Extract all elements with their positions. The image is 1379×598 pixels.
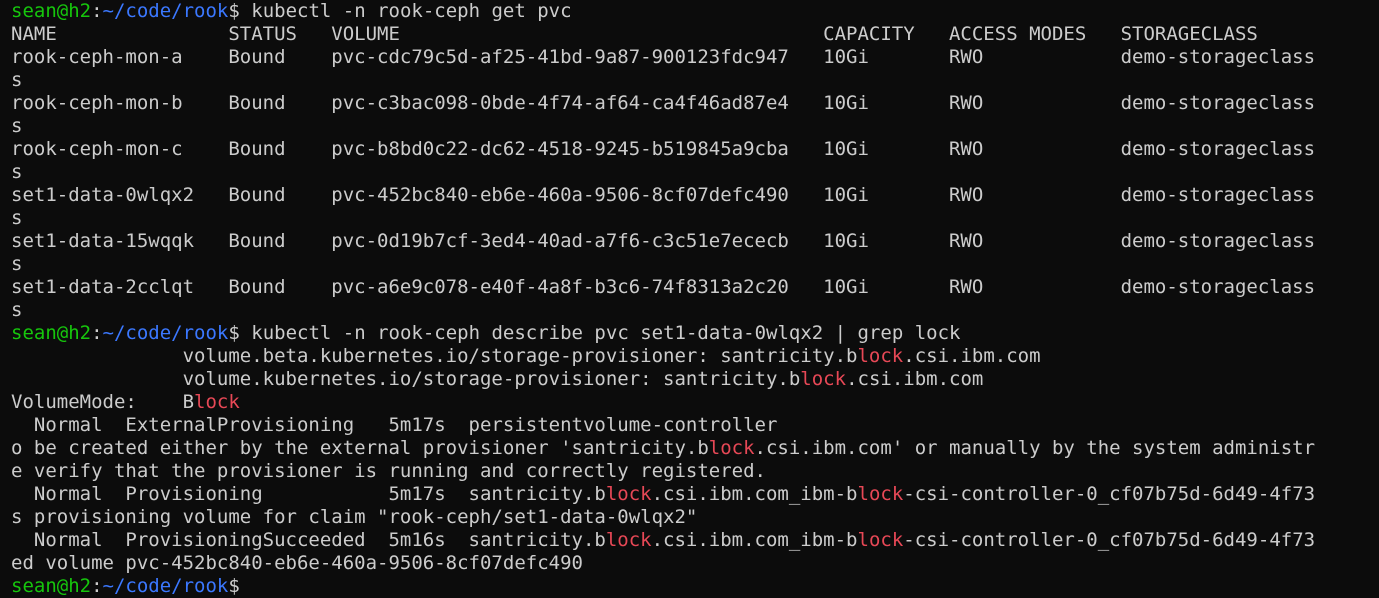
- prompt-user-host: sean@h2: [11, 575, 92, 597]
- output-text: volume.kubernetes.io/storage-provisioner…: [11, 368, 801, 390]
- output-text: s: [11, 69, 23, 91]
- output-text: rook-ceph-mon-c Bound pvc-b8bd0c22-dc62-…: [11, 138, 1316, 160]
- output-text: rook-ceph-mon-a Bound pvc-cdc79c5d-af25-…: [11, 46, 1316, 68]
- prompt-line: sean@h2:~/code/rook$ kubectl -n rook-cep…: [11, 322, 1379, 345]
- output-line: s: [11, 161, 1379, 184]
- prompt-path: ~/code/rook: [102, 575, 229, 597]
- terminal-window[interactable]: sean@h2:~/code/rook$ kubectl -n rook-cep…: [0, 0, 1379, 598]
- output-line: set1-data-15wqqk Bound pvc-0d19b7cf-3ed4…: [11, 230, 1379, 253]
- output-text: Normal Provisioning 5m17s santricity.b: [11, 483, 606, 505]
- output-text: -csi-controller-0_cf07b75d-6d49-4f73: [903, 483, 1316, 505]
- prompt-path: ~/code/rook: [102, 0, 229, 22]
- prompt-user-host: sean@h2: [11, 322, 92, 344]
- command-text[interactable]: kubectl -n rook-ceph get pvc: [240, 0, 571, 22]
- output-text: -csi-controller-0_cf07b75d-6d49-4f73: [903, 529, 1316, 551]
- prompt-path: ~/code/rook: [102, 322, 229, 344]
- output-line: Normal Provisioning 5m17s santricity.blo…: [11, 483, 1379, 506]
- output-line: e verify that the provisioner is running…: [11, 460, 1379, 483]
- output-text: .csi.ibm.com_ibm-b: [651, 529, 858, 551]
- prompt-line: sean@h2:~/code/rook$: [11, 575, 1379, 598]
- output-text: rook-ceph-mon-b Bound pvc-c3bac098-0bde-…: [11, 92, 1316, 114]
- output-text: Normal ExternalProvisioning 5m17s persis…: [11, 414, 778, 436]
- prompt-line: sean@h2:~/code/rook$ kubectl -n rook-cep…: [11, 0, 1379, 23]
- grep-match-highlight: lock: [605, 483, 652, 505]
- output-line: ed volume pvc-452bc840-eb6e-460a-9506-8c…: [11, 552, 1379, 575]
- output-text: s provisioning volume for claim "rook-ce…: [11, 506, 698, 528]
- output-line: rook-ceph-mon-a Bound pvc-cdc79c5d-af25-…: [11, 46, 1379, 69]
- grep-match-highlight: lock: [708, 437, 755, 459]
- output-line: Normal ProvisioningSucceeded 5m16s santr…: [11, 529, 1379, 552]
- grep-match-highlight: lock: [857, 483, 904, 505]
- prompt-separator: :: [91, 575, 103, 597]
- output-text: s: [11, 115, 23, 137]
- grep-match-highlight: lock: [194, 391, 240, 413]
- output-line: s: [11, 115, 1379, 138]
- output-line: rook-ceph-mon-b Bound pvc-c3bac098-0bde-…: [11, 92, 1379, 115]
- output-text: volume.beta.kubernetes.io/storage-provis…: [11, 345, 858, 367]
- output-text: s: [11, 161, 23, 183]
- output-line: NAME STATUS VOLUME CAPACITY ACCESS MODES…: [11, 23, 1379, 46]
- output-text: .csi.ibm.com: [846, 368, 984, 390]
- output-text: set1-data-15wqqk Bound pvc-0d19b7cf-3ed4…: [11, 230, 1316, 252]
- output-text: ed volume pvc-452bc840-eb6e-460a-9506-8c…: [11, 552, 583, 574]
- output-line: o be created either by the external prov…: [11, 437, 1379, 460]
- output-text: set1-data-2cclqt Bound pvc-a6e9c078-e40f…: [11, 276, 1316, 298]
- output-text: s: [11, 253, 23, 275]
- output-line: set1-data-2cclqt Bound pvc-a6e9c078-e40f…: [11, 276, 1379, 299]
- prompt-symbol: $: [228, 0, 240, 22]
- prompt-symbol: $: [228, 322, 240, 344]
- output-line: volume.kubernetes.io/storage-provisioner…: [11, 368, 1379, 391]
- output-text: o be created either by the external prov…: [11, 437, 709, 459]
- output-line: Normal ExternalProvisioning 5m17s persis…: [11, 414, 1379, 437]
- command-text[interactable]: kubectl -n rook-ceph describe pvc set1-d…: [240, 322, 960, 344]
- output-line: volume.beta.kubernetes.io/storage-provis…: [11, 345, 1379, 368]
- grep-match-highlight: lock: [857, 529, 904, 551]
- prompt-user-host: sean@h2: [11, 0, 92, 22]
- prompt-symbol: $: [228, 575, 240, 597]
- prompt-separator: :: [91, 0, 103, 22]
- output-text: Normal ProvisioningSucceeded 5m16s santr…: [11, 529, 606, 551]
- output-line: s: [11, 299, 1379, 322]
- output-text: set1-data-0wlqx2 Bound pvc-452bc840-eb6e…: [11, 184, 1316, 206]
- output-line: set1-data-0wlqx2 Bound pvc-452bc840-eb6e…: [11, 184, 1379, 207]
- output-line: s provisioning volume for claim "rook-ce…: [11, 506, 1379, 529]
- grep-match-highlight: lock: [800, 368, 847, 390]
- grep-match-highlight: lock: [605, 529, 652, 551]
- output-line: VolumeMode: Block: [11, 391, 1379, 414]
- output-text: .csi.ibm.com' or manually by the system …: [754, 437, 1316, 459]
- output-text: s: [11, 299, 23, 321]
- output-line: s: [11, 207, 1379, 230]
- output-text: e verify that the provisioner is running…: [11, 460, 766, 482]
- prompt-separator: :: [91, 322, 103, 344]
- text-cursor[interactable]: [240, 575, 251, 596]
- output-text: s: [11, 207, 23, 229]
- output-text: NAME STATUS VOLUME CAPACITY ACCESS MODES…: [11, 23, 1258, 45]
- output-line: s: [11, 69, 1379, 92]
- output-line: s: [11, 253, 1379, 276]
- grep-match-highlight: lock: [857, 345, 904, 367]
- output-text: VolumeMode: B: [11, 391, 195, 413]
- output-line: rook-ceph-mon-c Bound pvc-b8bd0c22-dc62-…: [11, 138, 1379, 161]
- output-text: .csi.ibm.com: [903, 345, 1041, 367]
- output-text: .csi.ibm.com_ibm-b: [651, 483, 858, 505]
